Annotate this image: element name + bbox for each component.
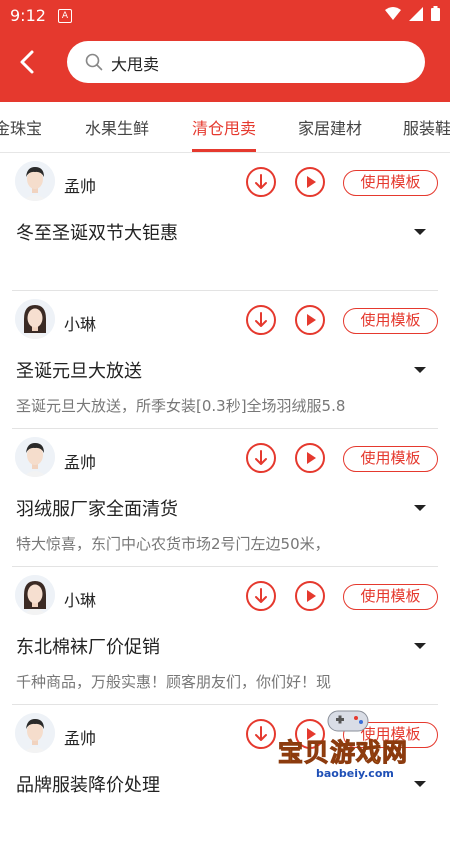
search-input[interactable]: 大甩卖 <box>67 41 425 83</box>
search-icon <box>85 53 103 71</box>
download-button[interactable] <box>246 443 276 473</box>
avatar <box>15 437 55 477</box>
status-time: 9:12 <box>10 6 46 25</box>
gamepad-icon <box>327 710 369 732</box>
card-title: 羽绒服厂家全面清货 <box>16 499 178 520</box>
watermark-url: baobeiy.com <box>316 767 394 780</box>
list-item[interactable]: 小琳 使用模板 圣诞元旦大放送 圣诞元旦大放送，所季女装[0.3秒]全场羽绒服5… <box>12 291 438 429</box>
card-title: 东北棉袜厂价促销 <box>16 637 160 658</box>
download-icon <box>255 588 267 603</box>
user-name: 孟帅 <box>64 177 97 196</box>
user-name: 孟帅 <box>64 729 97 748</box>
category-tabs: 金珠宝 水果生鲜 清仓甩卖 家居建材 服装鞋 <box>0 102 450 153</box>
download-icon <box>255 312 267 327</box>
system-icons <box>385 6 440 21</box>
back-arrow-icon <box>20 50 34 74</box>
male-avatar-icon <box>15 161 55 201</box>
tab-clothing-shoes[interactable]: 服装鞋 <box>403 115 450 139</box>
expand-caret-icon[interactable] <box>414 367 426 373</box>
user-name: 孟帅 <box>64 453 97 472</box>
card-description: 千种商品，万般实惠！顾客朋友们，你们好！现 <box>16 673 332 691</box>
play-button[interactable] <box>295 305 325 335</box>
user-name: 小琳 <box>64 591 97 610</box>
tab-fruit-fresh[interactable]: 水果生鲜 <box>85 115 149 139</box>
female-avatar-icon <box>15 299 55 339</box>
card-description: 圣诞元旦大放送，所季女装[0.3秒]全场羽绒服5.8 <box>16 397 346 415</box>
play-button[interactable] <box>295 443 325 473</box>
male-avatar-icon <box>15 713 55 753</box>
active-tab-indicator <box>192 149 256 152</box>
download-icon <box>255 450 267 465</box>
watermark-brand: 宝贝游戏网 <box>277 738 409 768</box>
list-item[interactable]: 小琳 使用模板 东北棉袜厂价促销 千种商品，万般实惠！顾客朋友们，你们好！现 <box>12 567 438 705</box>
search-query: 大甩卖 <box>111 55 160 74</box>
list-item[interactable]: 孟帅 使用模板 羽绒服厂家全面清货 特大惊喜，东门中心农货市场2号门左边50米， <box>12 429 438 567</box>
use-template-button[interactable]: 使用模板 <box>343 446 438 472</box>
play-button[interactable] <box>295 167 325 197</box>
play-icon <box>307 590 316 602</box>
download-button[interactable] <box>246 305 276 335</box>
battery-icon <box>431 6 440 21</box>
play-button[interactable] <box>295 581 325 611</box>
play-icon <box>307 314 316 326</box>
list-item[interactable]: 孟帅 使用模板 冬至圣诞双节大钜惠 <box>12 153 438 291</box>
card-title: 圣诞元旦大放送 <box>16 361 142 382</box>
avatar <box>15 299 55 339</box>
avatar <box>15 161 55 201</box>
download-button[interactable] <box>246 167 276 197</box>
avatar <box>15 713 55 753</box>
female-avatar-icon <box>15 575 55 615</box>
expand-caret-icon[interactable] <box>414 505 426 511</box>
signal-icon <box>409 6 423 21</box>
status-bar: 9:12 A <box>0 0 450 32</box>
expand-caret-icon[interactable] <box>414 229 426 235</box>
tab-clearance[interactable]: 清仓甩卖 <box>192 115 256 139</box>
play-icon <box>307 452 316 464</box>
tab-home-building[interactable]: 家居建材 <box>298 115 362 139</box>
avatar <box>15 575 55 615</box>
male-avatar-icon <box>15 437 55 477</box>
play-icon <box>307 176 316 188</box>
download-button[interactable] <box>246 581 276 611</box>
watermark: 宝贝游戏网 baobeiy.com <box>270 705 430 790</box>
use-template-button[interactable]: 使用模板 <box>343 584 438 610</box>
use-template-button[interactable]: 使用模板 <box>343 170 438 196</box>
tab-jewelry[interactable]: 金珠宝 <box>0 115 42 139</box>
expand-caret-icon[interactable] <box>414 643 426 649</box>
use-template-button[interactable]: 使用模板 <box>343 308 438 334</box>
card-description: 特大惊喜，东门中心农货市场2号门左边50米， <box>16 535 330 553</box>
user-name: 小琳 <box>64 315 97 334</box>
card-title: 品牌服装降价处理 <box>16 775 160 796</box>
card-title: 冬至圣诞双节大钜惠 <box>16 223 178 244</box>
app-header: 9:12 A 大甩卖 <box>0 0 450 102</box>
notification-icon: A <box>58 9 72 23</box>
wifi-icon <box>385 6 401 20</box>
back-button[interactable] <box>14 46 42 78</box>
download-icon <box>255 174 267 189</box>
